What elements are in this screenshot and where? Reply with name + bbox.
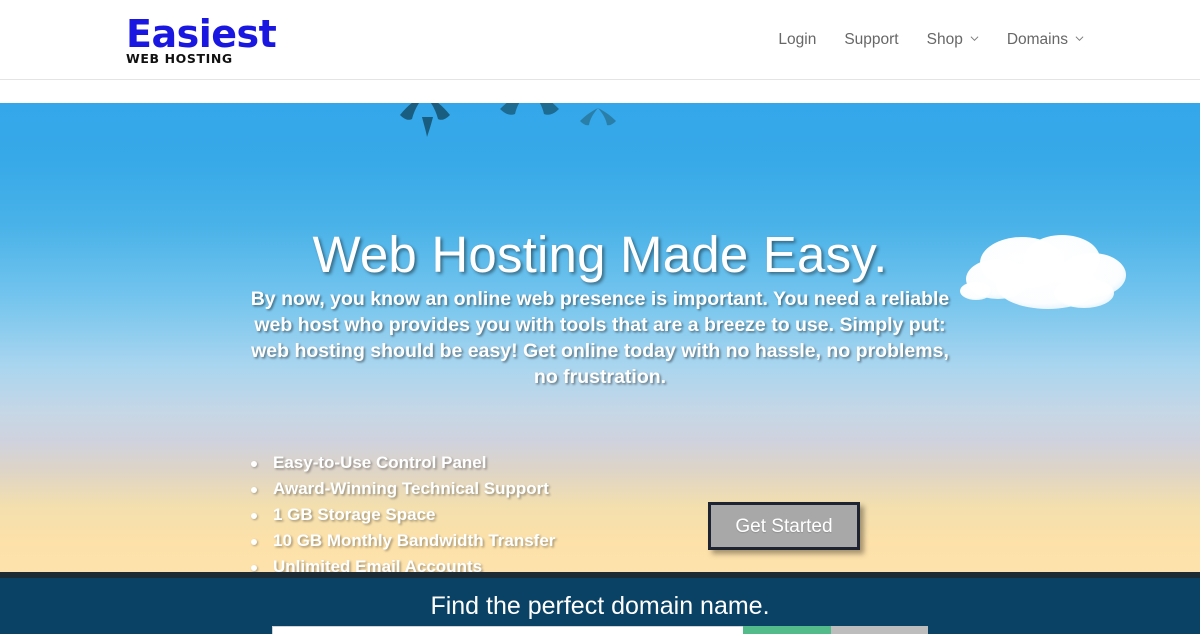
- nav-label-domains: Domains: [1006, 31, 1068, 48]
- feature-list: Easy-to-Use Control Panel Award-Winning …: [248, 450, 555, 572]
- hero-subtitle: By now, you know an online web presence …: [250, 288, 950, 388]
- birds-icon: [330, 103, 670, 139]
- list-item: Easy-to-Use Control Panel: [248, 450, 555, 476]
- nav-item-login[interactable]: Login: [764, 31, 830, 49]
- chevron-down-icon: [1075, 34, 1084, 43]
- nav-item-shop[interactable]: Shop: [913, 31, 993, 49]
- site-logo[interactable]: Easiest WEB HOSTING: [126, 14, 306, 66]
- list-item: 1 GB Storage Space: [248, 502, 555, 528]
- site-header: Easiest WEB HOSTING Login Support Shop D…: [0, 0, 1200, 80]
- nav-label-support: Support: [844, 31, 899, 48]
- list-item: 10 GB Monthly Bandwidth Transfer: [248, 528, 555, 554]
- domain-search-section: Find the perfect domain name. Search Tra…: [0, 578, 1200, 634]
- nav-item-domains[interactable]: Domains: [993, 31, 1098, 49]
- logo-wordmark: Easiest: [126, 12, 277, 56]
- nav-label-login: Login: [778, 31, 817, 48]
- page-root: Easiest WEB HOSTING Login Support Shop D…: [0, 0, 1200, 634]
- hero-section: Web Hosting Made Easy. By now, you know …: [0, 103, 1200, 572]
- main-navigation: Login Support Shop Domains: [764, 0, 1098, 80]
- logo-tagline: WEB HOSTING: [126, 51, 233, 66]
- domain-search-heading: Find the perfect domain name.: [430, 592, 770, 620]
- list-item: Unlimited Email Accounts: [248, 554, 555, 572]
- get-started-button[interactable]: Get Started: [708, 502, 860, 550]
- nav-label-shop: Shop: [926, 31, 963, 48]
- domain-search-button[interactable]: Search: [743, 626, 831, 634]
- hero-title: Web Hosting Made Easy.: [312, 226, 888, 283]
- nav-item-support[interactable]: Support: [830, 31, 912, 49]
- chevron-down-icon: [970, 34, 979, 43]
- domain-search-form: Search Transfer: [272, 626, 928, 634]
- domain-search-input[interactable]: [272, 626, 743, 634]
- domain-transfer-button[interactable]: Transfer: [831, 626, 928, 634]
- list-item: Award-Winning Technical Support: [248, 476, 555, 502]
- cta-block: Get Started We're with you every step of…: [634, 502, 934, 572]
